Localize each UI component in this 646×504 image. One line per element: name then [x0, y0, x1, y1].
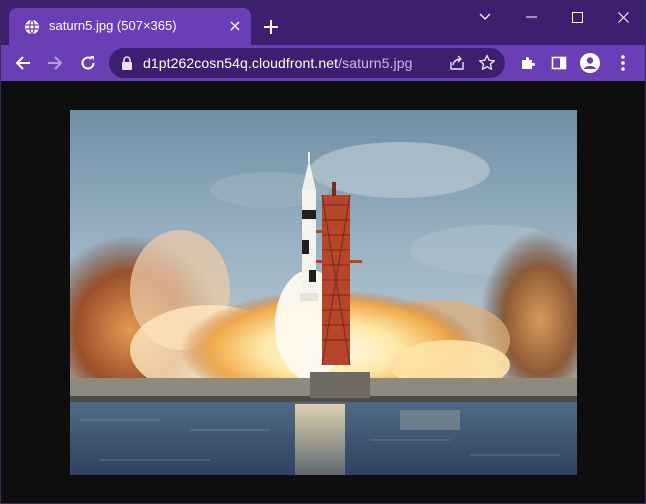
url-text[interactable]: d1pt262cosn54q.cloudfront.net/saturn5.jp… — [143, 55, 413, 71]
forward-button[interactable] — [42, 50, 68, 76]
side-panel-button[interactable] — [546, 50, 572, 76]
close-icon — [617, 11, 629, 23]
maximize-button[interactable] — [554, 1, 600, 33]
puzzle-icon — [522, 57, 535, 69]
globe-icon — [24, 19, 40, 35]
side-panel-icon — [551, 56, 567, 70]
close-window-button[interactable] — [600, 1, 645, 33]
minimize-button[interactable] — [508, 1, 554, 33]
forward-arrow-icon — [48, 56, 63, 70]
rocket-launch-photo — [70, 110, 577, 475]
tab-title: saturn5.jpg (507×365) — [49, 18, 177, 33]
reload-button[interactable] — [75, 50, 101, 76]
tab-strip: saturn5.jpg (507×365) — [1, 1, 645, 45]
kebab-menu-icon — [621, 55, 625, 71]
menu-button[interactable] — [610, 50, 636, 76]
tab-search-button[interactable] — [462, 1, 508, 33]
share-icon[interactable] — [447, 53, 467, 73]
maximize-icon — [571, 11, 583, 23]
reload-icon — [81, 56, 95, 70]
star-icon[interactable] — [477, 53, 497, 73]
tab-active[interactable]: saturn5.jpg (507×365) — [9, 8, 251, 45]
minimize-icon — [525, 16, 537, 18]
saturn5-image — [70, 110, 577, 475]
tab-close-icon[interactable] — [225, 16, 245, 36]
toolbar: d1pt262cosn54q.cloudfront.net/saturn5.jp… — [1, 45, 645, 81]
new-tab-button[interactable] — [259, 15, 283, 39]
plus-icon — [264, 20, 278, 34]
lock-icon[interactable] — [119, 55, 135, 71]
page-content — [1, 81, 645, 503]
back-button[interactable] — [10, 50, 36, 76]
back-arrow-icon — [15, 56, 30, 70]
url-host: d1pt262cosn54q.cloudfront.net — [143, 55, 339, 71]
profile-button[interactable] — [577, 50, 603, 76]
url-path: /saturn5.jpg — [338, 55, 413, 71]
chevron-down-icon — [479, 13, 491, 20]
browser-window: saturn5.jpg (507×365) d1pt262cosn54q.clo… — [0, 0, 646, 504]
profile-icon — [580, 53, 600, 73]
extensions-button[interactable] — [515, 50, 541, 76]
address-bar[interactable]: d1pt262cosn54q.cloudfront.net/saturn5.jp… — [109, 48, 505, 78]
